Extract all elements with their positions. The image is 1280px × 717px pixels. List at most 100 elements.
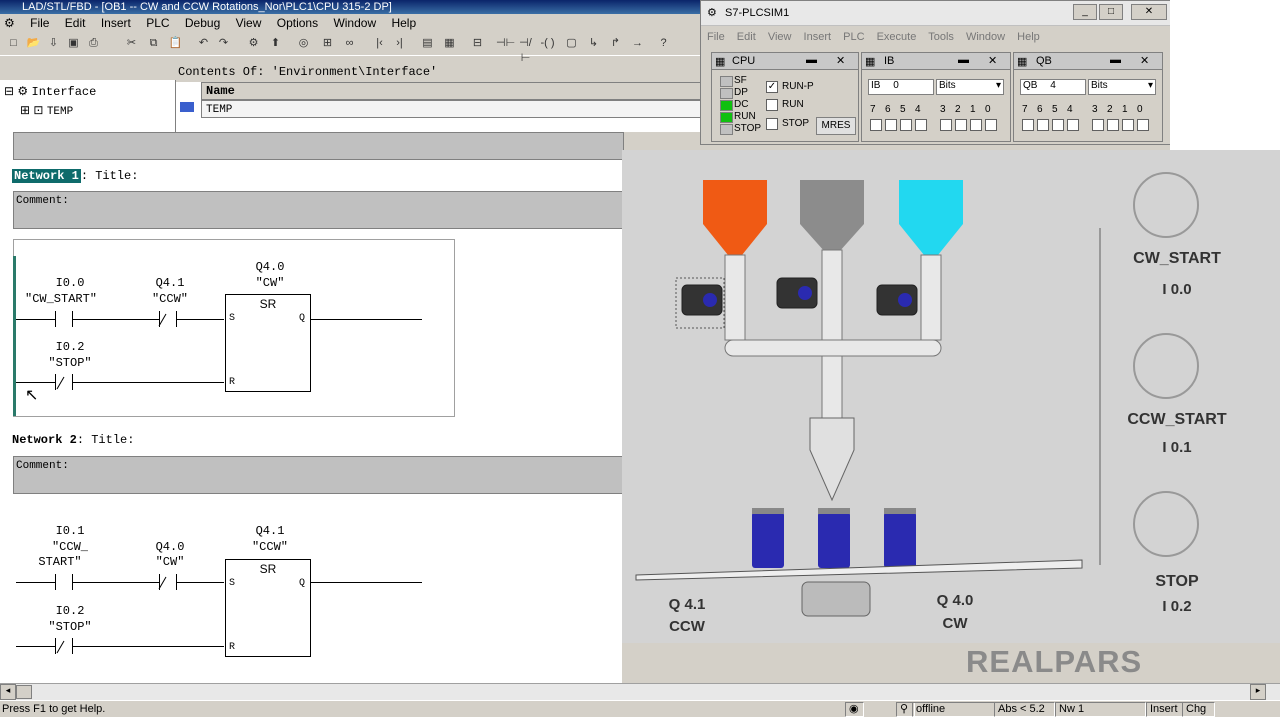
network-icon[interactable]: ⊞ [320, 36, 335, 51]
ib-minimize-icon[interactable]: ▬ [958, 54, 969, 66]
next-network-icon[interactable]: ›| [392, 36, 407, 51]
menu-plc[interactable]: PLC [140, 14, 175, 32]
cpu-close-icon[interactable]: ✕ [836, 54, 845, 67]
undo-icon[interactable]: ↶ [196, 36, 211, 51]
print-icon[interactable]: ⎙ [86, 36, 101, 51]
ib-bit-2-checkbox[interactable] [955, 119, 967, 131]
network-2-title[interactable]: : Title: [77, 433, 135, 447]
compile-icon[interactable]: ⚙ [246, 36, 261, 51]
runp-checkbox[interactable]: ✓ [766, 81, 778, 93]
ladder-editor[interactable]: Network 1: Title: Comment: I0.0 "CW_STAR… [0, 132, 624, 683]
cpu-minimize-icon[interactable]: ▬ [806, 54, 817, 66]
qb-bit-0-checkbox[interactable] [1137, 119, 1149, 131]
plcsim-menu-edit[interactable]: Edit [737, 31, 756, 43]
menu-view[interactable]: View [230, 14, 268, 32]
cw-start-button[interactable] [1133, 172, 1199, 238]
plcsim-menu-window[interactable]: Window [966, 31, 1005, 43]
qb-close-icon[interactable]: ✕ [1140, 54, 1149, 67]
qb-format-select[interactable]: Bits ▾ [1088, 79, 1156, 95]
plcsim-maximize-button[interactable]: □ [1099, 4, 1123, 20]
menu-help[interactable]: Help [385, 14, 422, 32]
run-checkbox[interactable] [766, 99, 778, 111]
scroll-right-icon[interactable]: ▸ [1250, 684, 1266, 700]
ib-address-field[interactable]: IB 0 [868, 79, 934, 95]
cut-icon[interactable]: ✂ [124, 36, 139, 51]
qb-bit-3-checkbox[interactable] [1092, 119, 1104, 131]
glasses-icon[interactable]: ∞ [342, 36, 357, 51]
menu-window[interactable]: Window [327, 14, 382, 32]
ib-bit-5-checkbox[interactable] [900, 119, 912, 131]
menu-file[interactable]: File [24, 14, 55, 32]
copy-icon[interactable]: ⧉ [146, 36, 161, 51]
qb-bit-2-checkbox[interactable] [1107, 119, 1119, 131]
qb-bit-5-checkbox[interactable] [1052, 119, 1064, 131]
plcsim-menu-execute[interactable]: Execute [877, 31, 917, 43]
ib-bit-0-checkbox[interactable] [985, 119, 997, 131]
plcsim-minimize-button[interactable]: _ [1073, 4, 1097, 20]
menu-options[interactable]: Options [271, 14, 324, 32]
overview-icon[interactable]: ▤ [420, 36, 435, 51]
network-1-title[interactable]: : Title: [81, 169, 139, 183]
details-icon[interactable]: ▦ [442, 36, 457, 51]
connection-icon[interactable]: → [630, 36, 645, 51]
ib-bit-4-checkbox[interactable] [915, 119, 927, 131]
help-pointer-icon[interactable]: ? [656, 36, 671, 51]
menu-debug[interactable]: Debug [179, 14, 226, 32]
app-menu-icon[interactable]: ⚙ [0, 14, 21, 32]
network-2-label[interactable]: Network 2 [12, 433, 77, 447]
ib-format-select[interactable]: Bits ▾ [936, 79, 1004, 95]
paste-icon[interactable]: 📋 [168, 36, 183, 51]
chevron-down-icon[interactable]: ▾ [996, 80, 1001, 91]
ib-bit-1-checkbox[interactable] [970, 119, 982, 131]
qb-bit-6-checkbox[interactable] [1037, 119, 1049, 131]
qb-bit-7-checkbox[interactable] [1022, 119, 1034, 131]
qb-bit-1-checkbox[interactable] [1122, 119, 1134, 131]
open-branch-icon[interactable]: ↳ [586, 36, 601, 51]
ib-bit-6-checkbox[interactable] [885, 119, 897, 131]
stop-checkbox[interactable] [766, 118, 778, 130]
plcsim-close-button[interactable]: ✕ [1131, 4, 1167, 20]
menu-insert[interactable]: Insert [95, 14, 137, 32]
scroll-left-icon[interactable]: ◂ [0, 684, 16, 700]
box-icon[interactable]: ▢ [564, 36, 579, 51]
qb-panel[interactable]: ▦ QB ▬ ✕ QB 4 Bits ▾ 7 6 5 4 3 2 1 0 [1013, 52, 1163, 142]
redo-icon[interactable]: ↷ [216, 36, 231, 51]
prev-network-icon[interactable]: |‹ [372, 36, 387, 51]
contact-i01[interactable] [55, 574, 73, 590]
qb-minimize-icon[interactable]: ▬ [1110, 54, 1121, 66]
chevron-down-icon[interactable]: ▾ [1148, 80, 1153, 91]
contact-i00[interactable] [55, 311, 73, 327]
sr-block-q40[interactable]: SR S R Q [225, 294, 311, 392]
name-column-header[interactable]: Name [201, 82, 704, 100]
plcsim-window[interactable]: ⚙ S7-PLCSIM1 _ □ ✕ File Edit View Insert… [700, 0, 1174, 145]
grid-row-temp[interactable]: TEMP [201, 100, 704, 118]
download-icon[interactable]: ⇩ [46, 36, 61, 51]
sr-block-q41[interactable]: SR S R Q [225, 559, 311, 657]
load-icon[interactable]: ⬆ [268, 36, 283, 51]
new-icon[interactable]: □ [6, 36, 21, 51]
expand-icon[interactable]: ⊞ [20, 103, 30, 117]
collapse-icon[interactable]: ⊟ [4, 84, 14, 98]
horizontal-scrollbar[interactable]: ◂ ▸ [0, 683, 1280, 700]
tree-item-interface[interactable]: ⊟ ⚙ Interface [4, 84, 96, 99]
save-icon[interactable]: ▣ [66, 36, 81, 51]
nc-contact-icon[interactable]: ⊣/⊢ [518, 36, 533, 64]
network-1-comment[interactable]: Comment: [13, 191, 624, 229]
ib-bit-3-checkbox[interactable] [940, 119, 952, 131]
scroll-thumb[interactable] [16, 685, 32, 699]
tree-item-temp[interactable]: ⊞ ⊡ TEMP [20, 103, 73, 118]
ib-bit-7-checkbox[interactable] [870, 119, 882, 131]
plcsim-menu-help[interactable]: Help [1017, 31, 1040, 43]
plcsim-menu-insert[interactable]: Insert [804, 31, 832, 43]
no-contact-icon[interactable]: ⊣⊢ [496, 36, 515, 51]
row-selector-icon[interactable] [180, 102, 194, 112]
plcsim-menu-view[interactable]: View [768, 31, 792, 43]
qb-bit-4-checkbox[interactable] [1067, 119, 1079, 131]
cpu-panel[interactable]: ▦ CPU ▬ ✕ SF DP DC RUN STOP ✓ RUN-P RUN … [711, 52, 859, 142]
stop-button[interactable] [1133, 491, 1199, 557]
plcsim-menu-plc[interactable]: PLC [843, 31, 864, 43]
network-2-comment[interactable]: Comment: [13, 456, 624, 494]
ib-panel[interactable]: ▦ IB ▬ ✕ IB 0 Bits ▾ 7 6 5 4 3 2 1 0 [861, 52, 1011, 142]
monitor-icon[interactable]: ◎ [296, 36, 311, 51]
mres-button[interactable]: MRES [816, 117, 856, 135]
